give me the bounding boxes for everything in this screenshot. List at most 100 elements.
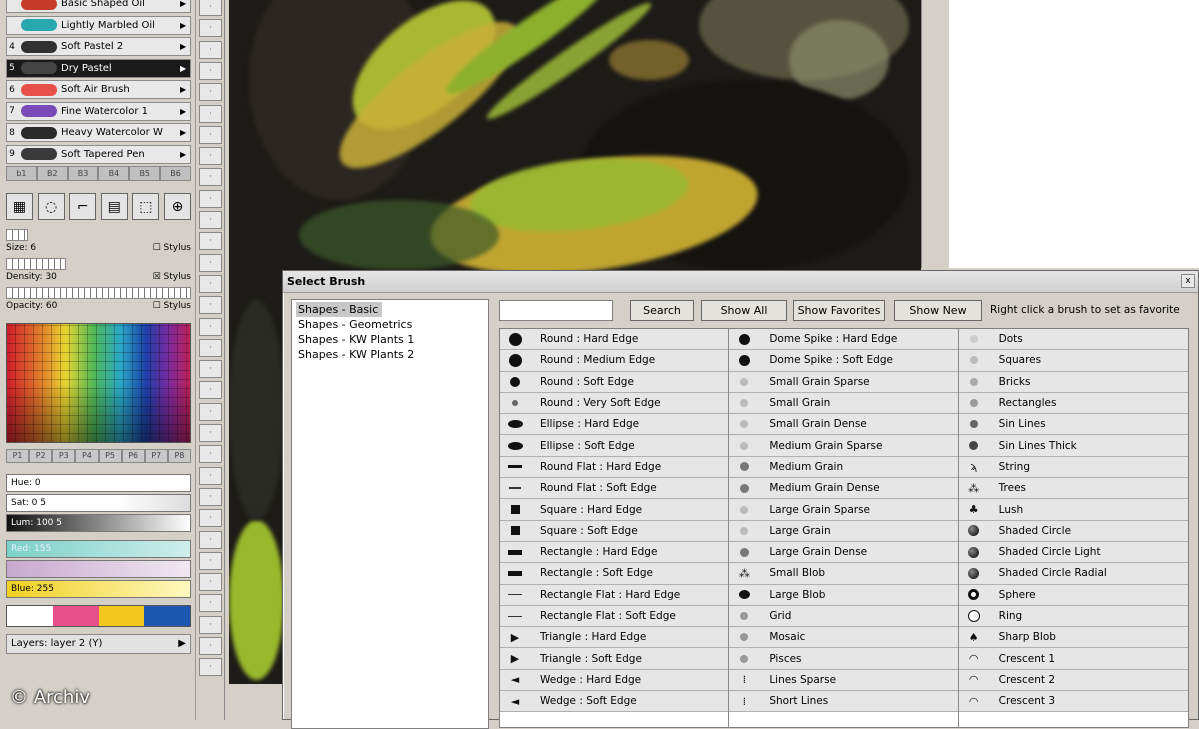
palette-tab[interactable]: P8 <box>167 449 191 463</box>
strip-button[interactable]: · <box>199 125 222 144</box>
strip-button[interactable]: · <box>199 360 222 379</box>
lasso-tool-icon[interactable]: ◌ <box>37 193 65 220</box>
brush-cell[interactable]: Grid <box>729 605 958 628</box>
right-scrollbar[interactable] <box>921 0 949 268</box>
brush-cell[interactable]: Large Grain <box>729 520 958 542</box>
brush-cell[interactable]: Round : Very Soft Edge <box>500 392 729 415</box>
strip-button[interactable]: · <box>199 637 222 655</box>
strip-button[interactable]: · <box>199 168 222 187</box>
strip-button[interactable]: · <box>199 253 222 272</box>
brush-cell[interactable]: Ellipse : Hard Edge <box>500 414 729 436</box>
preset-item[interactable]: 7 Fine Watercolor 1 ▶ <box>6 101 191 121</box>
show-all-button[interactable]: Show All <box>701 300 787 321</box>
palette-swatch[interactable] <box>52 606 99 626</box>
canvas-scrollbar[interactable] <box>229 684 282 704</box>
brush-cell[interactable]: Rectangle Flat : Hard Edge <box>500 584 729 606</box>
size-stylus-checkbox[interactable]: ☐ Stylus <box>153 243 191 253</box>
strip-button[interactable]: · <box>199 0 222 16</box>
brush-cell[interactable]: Round : Medium Edge <box>500 350 729 372</box>
brush-cell[interactable]: Large Grain Dense <box>729 541 958 564</box>
brush-cell[interactable]: ◠ Crescent 1 <box>958 648 1188 670</box>
strip-button[interactable]: · <box>199 19 222 38</box>
brush-cell[interactable]: Small Grain Dense <box>729 414 958 436</box>
strip-button[interactable]: · <box>199 147 222 166</box>
brush-cell[interactable]: Large Blob <box>729 584 958 606</box>
strip-button[interactable]: · <box>199 104 222 123</box>
brush-cell[interactable]: Round : Soft Edge <box>500 371 729 393</box>
eyedropper-tool-icon[interactable]: ⌐ <box>69 193 97 220</box>
category-item[interactable]: Shapes - Basic <box>296 302 383 317</box>
palette-tab[interactable]: P7 <box>144 449 168 463</box>
luminance-bar[interactable]: Lum: 100 5 <box>6 514 191 532</box>
show-new-button[interactable]: Show New <box>894 300 982 321</box>
brush-cell[interactable]: Rectangle : Hard Edge <box>500 541 729 564</box>
brush-cell[interactable]: Dome Spike : Soft Edge <box>729 350 958 372</box>
brush-cell[interactable]: Round : Hard Edge <box>500 329 729 351</box>
strip-button[interactable]: · <box>199 232 222 251</box>
palette-swatch[interactable] <box>144 606 190 626</box>
brush-tool-icon[interactable]: ▦ <box>6 193 33 220</box>
strip-button[interactable]: · <box>199 61 222 80</box>
select-tool-icon[interactable]: ⬚ <box>132 193 160 220</box>
brush-cell[interactable]: ◠ Crescent 3 <box>958 691 1188 713</box>
color-grid[interactable] <box>6 323 191 443</box>
brush-cell[interactable]: Bricks <box>958 371 1188 393</box>
preset-item[interactable]: 6 Soft Air Brush ▶ <box>6 80 191 99</box>
palette-swatch[interactable] <box>98 606 145 626</box>
preset-item[interactable]: Lightly Marbled Oil ▶ <box>6 15 191 35</box>
strip-button[interactable]: · <box>199 551 222 570</box>
palette-tab[interactable]: P5 <box>98 449 122 463</box>
brush-cell[interactable]: Square : Soft Edge <box>500 520 729 542</box>
brush-cell[interactable]: Large Grain Sparse <box>729 499 958 521</box>
brush-cell[interactable]: ◄ Wedge : Hard Edge <box>500 669 729 692</box>
palette-tab[interactable]: P1 <box>6 449 30 463</box>
preset-tab[interactable]: B5 <box>129 166 161 181</box>
brush-cell[interactable]: Dome Spike : Hard Edge <box>729 329 958 351</box>
brush-cell[interactable]: Shaded Circle Light <box>958 541 1188 564</box>
strip-button[interactable]: · <box>199 573 222 592</box>
red-bar[interactable]: Red: 155 <box>6 540 191 558</box>
palette-tab[interactable]: P2 <box>29 449 53 463</box>
strip-button[interactable]: · <box>199 338 222 357</box>
blue-bar[interactable]: Blue: 255 <box>6 580 191 598</box>
preset-tab[interactable]: B4 <box>98 166 130 181</box>
green-bar[interactable] <box>6 560 191 578</box>
brush-cell[interactable]: Pisces <box>729 648 958 670</box>
brush-cell[interactable]: ⁂ Trees <box>958 478 1188 500</box>
brush-cell[interactable]: ◠ Crescent 2 <box>958 669 1188 692</box>
brush-cell[interactable]: Small Grain Sparse <box>729 371 958 393</box>
category-item[interactable]: Shapes - Geometrics <box>296 317 484 332</box>
search-button[interactable]: Search <box>630 300 694 321</box>
strip-button[interactable]: · <box>199 658 222 677</box>
palette-tab[interactable]: P3 <box>52 449 76 463</box>
strip-button[interactable]: · <box>199 83 222 102</box>
brush-cell[interactable]: ▶ Triangle : Hard Edge <box>500 627 729 649</box>
brush-cell[interactable]: Rectangle Flat : Soft Edge <box>500 605 729 628</box>
strip-button[interactable]: · <box>199 530 222 549</box>
brush-cell[interactable]: Round Flat : Hard Edge <box>500 456 729 479</box>
brush-cell[interactable]: ⁞ Lines Sparse <box>729 669 958 692</box>
brush-cell[interactable]: Rectangles <box>958 392 1188 415</box>
show-favorites-button[interactable]: Show Favorites <box>793 300 885 321</box>
brush-cell[interactable]: Sin Lines Thick <box>958 435 1188 457</box>
brush-cell[interactable]: Medium Grain Sparse <box>729 435 958 457</box>
preset-item[interactable]: 9 Soft Tapered Pen ▶ <box>6 144 191 164</box>
brush-cell[interactable]: ▶ Triangle : Soft Edge <box>500 648 729 670</box>
bucket-tool-icon[interactable]: ▤ <box>100 193 128 220</box>
brush-cell[interactable]: Sphere <box>958 584 1188 606</box>
saturation-bar[interactable]: Sat: 0 5 <box>6 494 191 512</box>
preset-tab[interactable]: b1 <box>6 166 37 181</box>
close-icon[interactable]: x <box>1181 274 1195 288</box>
palette-swatch[interactable] <box>7 606 53 626</box>
brush-cell[interactable]: Round Flat : Soft Edge <box>500 478 729 500</box>
preset-tab[interactable]: B3 <box>67 166 99 181</box>
brush-cell[interactable]: Medium Grain Dense <box>729 478 958 500</box>
strip-button[interactable]: · <box>199 487 222 506</box>
strip-button[interactable]: · <box>199 274 222 293</box>
category-item[interactable]: Shapes - KW Plants 1 <box>296 332 484 347</box>
strip-button[interactable]: · <box>199 381 222 400</box>
category-item[interactable]: Shapes - KW Plants 2 <box>296 347 484 362</box>
strip-button[interactable]: · <box>199 296 222 315</box>
brush-cell[interactable]: Dots <box>958 329 1188 351</box>
preset-item[interactable]: 4 Soft Pastel 2 ▶ <box>6 37 191 56</box>
